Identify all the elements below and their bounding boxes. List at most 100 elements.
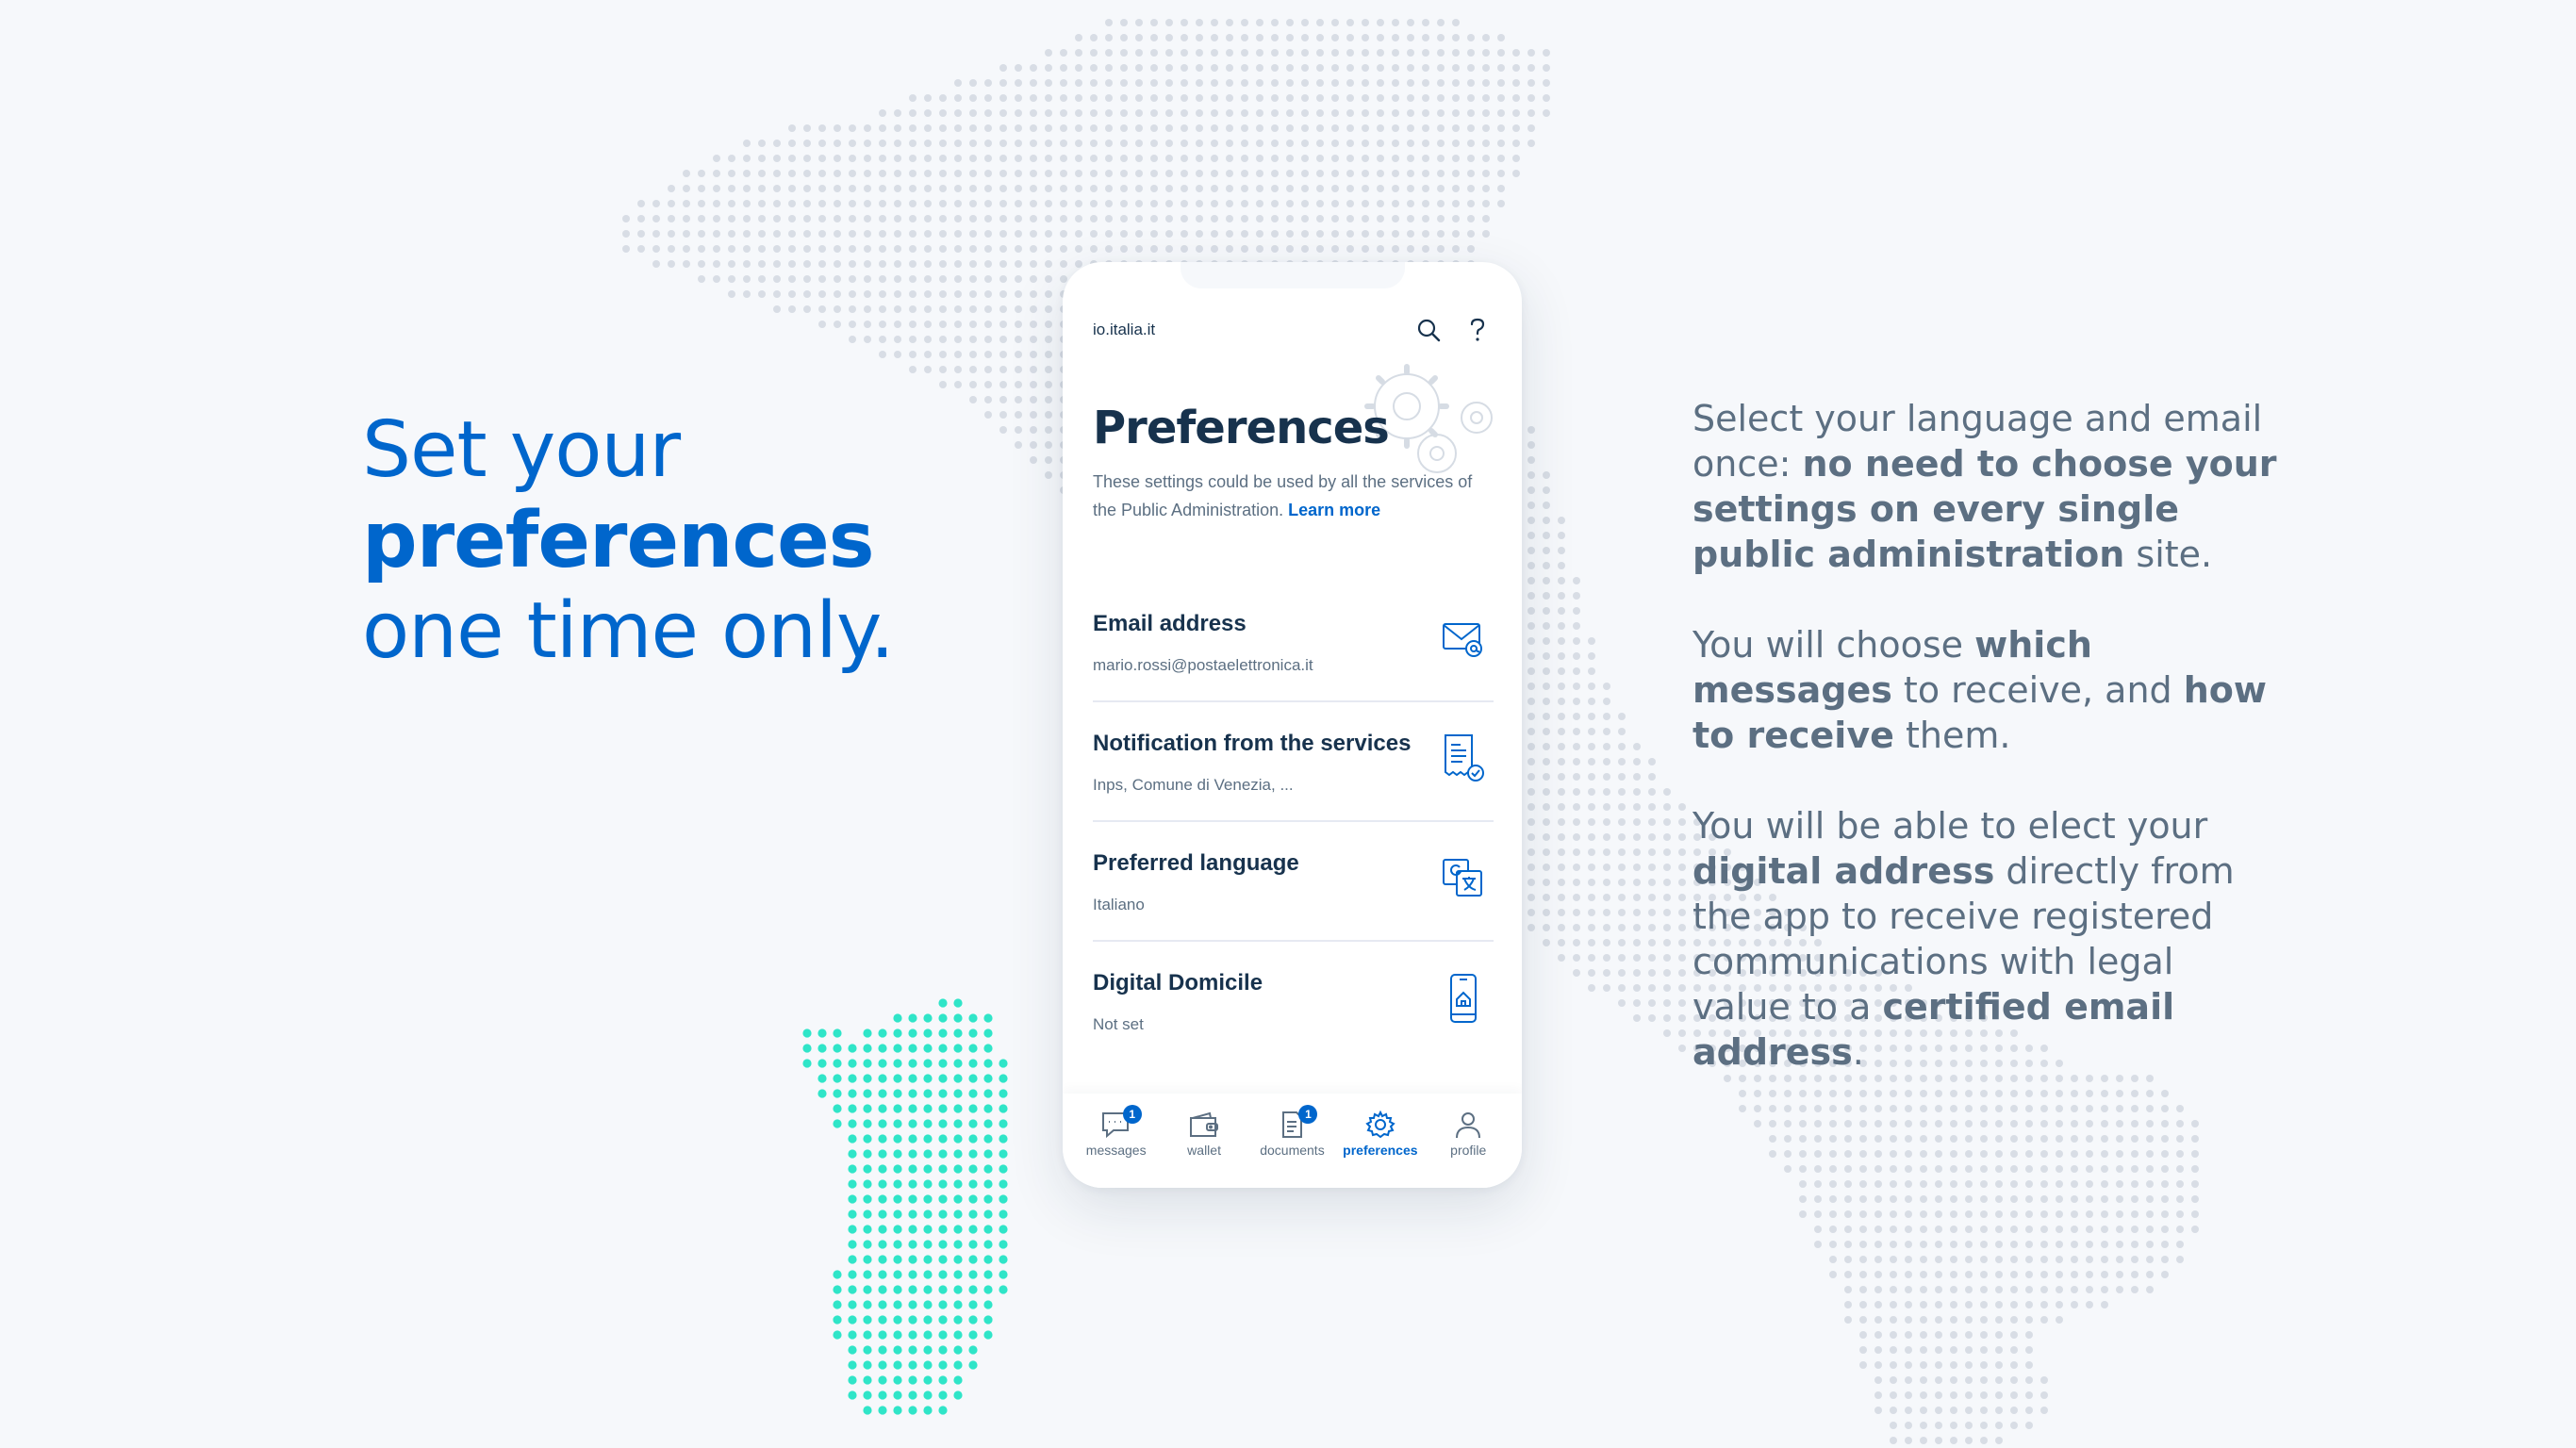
map-dot <box>2040 1376 2048 1384</box>
map-dot <box>1497 34 1505 41</box>
map-dot <box>1030 426 1037 434</box>
text: to receive, and <box>1891 669 2184 711</box>
map-dot <box>1543 743 1550 750</box>
map-dot <box>1527 532 1535 539</box>
map-dot <box>1618 818 1626 826</box>
map-dot <box>1075 34 1082 41</box>
map-dot <box>1874 1256 1882 1263</box>
map-dot <box>1075 185 1082 192</box>
map-dot <box>878 1149 887 1159</box>
map-dot <box>2056 1241 2063 1248</box>
map-dot <box>1135 79 1143 87</box>
map-dot <box>1648 833 1656 841</box>
map-dot <box>1422 94 1429 102</box>
map-dot <box>848 1240 857 1249</box>
map-dot <box>969 396 977 403</box>
map-dot <box>1935 1195 1942 1203</box>
map-dot <box>1030 230 1037 238</box>
map-dot <box>939 260 947 268</box>
search-icon[interactable] <box>1414 316 1443 344</box>
map-dot <box>878 1044 887 1053</box>
map-dot <box>833 1089 842 1098</box>
map-dot <box>924 245 932 253</box>
map-dot <box>1874 1120 1882 1127</box>
map-dot <box>1045 290 1052 298</box>
map-dot <box>1165 34 1173 41</box>
map-dot <box>923 1194 933 1204</box>
map-dot <box>1874 1301 1882 1308</box>
learn-more-link[interactable]: Learn more <box>1288 501 1380 519</box>
preference-item-notifications[interactable]: Notification from the services Inps, Com… <box>1093 702 1494 822</box>
map-dot <box>1905 1180 1912 1188</box>
map-dot <box>1316 94 1324 102</box>
map-dot <box>938 1225 948 1234</box>
map-dot <box>1301 200 1309 207</box>
map-dot <box>1527 607 1535 615</box>
map-dot <box>893 1300 902 1309</box>
map-dot <box>1075 155 1082 162</box>
map-dot <box>1588 864 1595 871</box>
map-dot <box>698 245 705 253</box>
map-dot <box>1980 1256 1988 1263</box>
map-dot <box>878 1089 887 1098</box>
map-dot <box>908 1044 917 1053</box>
map-dot <box>1015 366 1022 373</box>
map-dot <box>1829 1226 1837 1233</box>
preference-label: Notification from the services <box>1093 731 1412 756</box>
map-dot <box>713 170 720 177</box>
preference-item-language[interactable]: Preferred language Italiano <box>1093 822 1494 942</box>
map-dot <box>1890 1391 1897 1399</box>
map-dot <box>1346 140 1354 147</box>
map-dot <box>909 200 916 207</box>
map-dot <box>1271 200 1279 207</box>
map-dot <box>1648 864 1656 871</box>
map-dot <box>1045 64 1052 72</box>
map-dot <box>1030 275 1037 283</box>
tab-wallet[interactable]: wallet <box>1164 1094 1245 1188</box>
map-dot <box>969 200 977 207</box>
tab-preferences[interactable]: preferences <box>1340 1094 1421 1188</box>
map-dot <box>803 290 811 298</box>
map-dot <box>1241 245 1248 253</box>
help-icon[interactable] <box>1463 316 1492 344</box>
map-dot <box>1543 622 1550 630</box>
map-dot <box>1346 200 1354 207</box>
map-dot <box>1060 109 1067 117</box>
map-dot <box>2101 1180 2108 1188</box>
map-dot <box>984 170 992 177</box>
preference-item-digital-domicile[interactable]: Digital Domicile Not set <box>1093 942 1494 1060</box>
map-dot <box>668 215 675 222</box>
map-dot <box>743 275 751 283</box>
map-dot <box>1527 864 1535 871</box>
map-dot <box>2116 1150 2123 1158</box>
map-dot <box>1331 64 1339 72</box>
map-dot <box>1663 788 1671 796</box>
tab-messages[interactable]: 1 messages <box>1076 1094 1157 1188</box>
map-dot <box>1045 94 1052 102</box>
map-dot <box>1603 924 1610 931</box>
app-url: io.italia.it <box>1093 321 1156 338</box>
map-dot <box>1377 230 1384 238</box>
map-dot <box>1301 79 1309 87</box>
map-dot <box>1045 109 1052 117</box>
map-dot <box>2116 1180 2123 1188</box>
map-dot <box>683 170 690 177</box>
map-dot <box>2131 1226 2138 1233</box>
map-dot <box>1874 1180 1882 1188</box>
map-dot <box>909 321 916 328</box>
map-dot <box>1331 34 1339 41</box>
tab-documents[interactable]: 1 documents <box>1251 1094 1332 1188</box>
map-dot <box>1045 170 1052 177</box>
map-dot <box>1844 1271 1852 1278</box>
map-dot <box>1935 1210 1942 1218</box>
map-dot <box>879 215 886 222</box>
map-dot <box>1452 64 1460 72</box>
preference-item-email[interactable]: Email address mario.rossi@postaelettroni… <box>1093 583 1494 702</box>
map-dot <box>1181 109 1188 117</box>
map-dot <box>1165 155 1173 162</box>
map-dot <box>1920 1286 1927 1293</box>
tab-profile[interactable]: profile <box>1428 1094 1509 1188</box>
map-dot <box>1527 577 1535 584</box>
map-dot <box>954 230 962 238</box>
map-dot <box>1527 728 1535 735</box>
